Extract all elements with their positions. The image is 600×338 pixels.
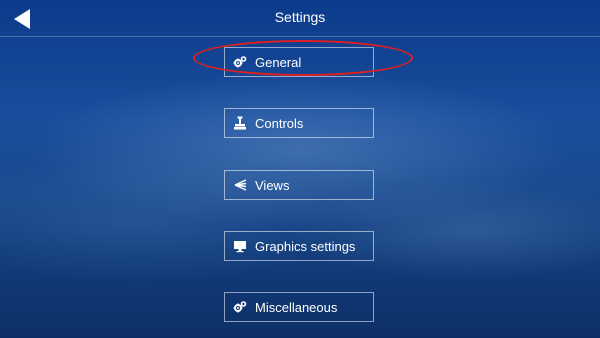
controls-button[interactable]: Controls bbox=[224, 108, 374, 138]
miscellaneous-label: Miscellaneous bbox=[255, 299, 338, 315]
monitor-icon bbox=[233, 239, 247, 253]
gears-icon bbox=[233, 55, 247, 69]
joystick-icon bbox=[233, 116, 247, 130]
general-button[interactable]: General bbox=[224, 47, 374, 77]
page-title: Settings bbox=[274, 9, 326, 25]
views-icon bbox=[233, 178, 247, 192]
controls-label: Controls bbox=[255, 115, 304, 131]
graphics-settings-button[interactable]: Graphics settings bbox=[224, 231, 374, 261]
views-label: Views bbox=[255, 177, 290, 193]
graphics-settings-label: Graphics settings bbox=[255, 238, 356, 254]
header-bar: Settings bbox=[0, 0, 600, 37]
miscellaneous-button[interactable]: Miscellaneous bbox=[224, 292, 374, 322]
gears-icon bbox=[233, 300, 247, 314]
views-button[interactable]: Views bbox=[224, 170, 374, 200]
general-label: General bbox=[255, 54, 302, 70]
